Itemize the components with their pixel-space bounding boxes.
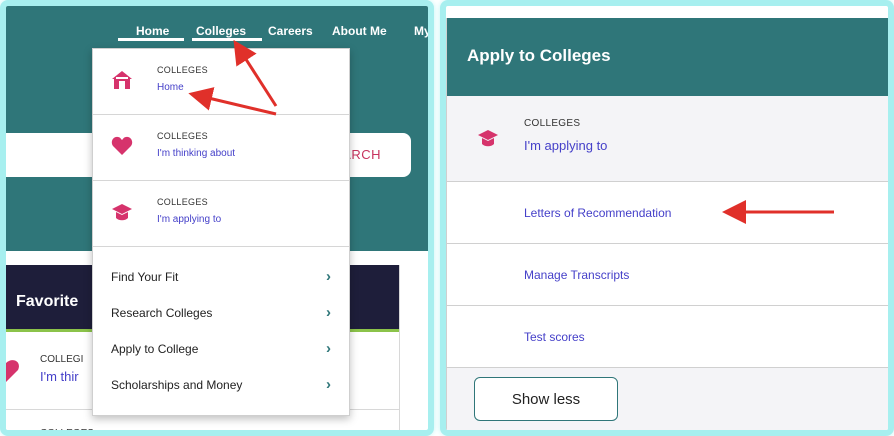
- left-screenshot-panel: Home Colleges Careers About Me My ARCH F…: [0, 0, 434, 436]
- nav-colleges-underline: [192, 38, 262, 41]
- dropdown-item-colleges-home[interactable]: COLLEGES Home: [93, 49, 349, 115]
- heart-icon: [111, 136, 133, 155]
- dropdown-item-link[interactable]: I'm applying to: [157, 214, 221, 225]
- applying-link[interactable]: I'm applying to: [524, 138, 607, 153]
- applying-to-row[interactable]: COLLEGES I'm applying to: [447, 96, 888, 182]
- nav-home-underline: [118, 38, 184, 41]
- show-less-button[interactable]: Show less: [474, 377, 618, 421]
- dropdown-row-apply-to-college[interactable]: Apply to College ›: [93, 331, 349, 367]
- favorites-item-category: COLLEGI: [40, 354, 84, 365]
- nav-colleges[interactable]: Colleges: [196, 24, 246, 38]
- dropdown-item-category: COLLEGES: [157, 65, 208, 75]
- chevron-right-icon: ›: [326, 304, 331, 321]
- dropdown-item-link[interactable]: Home: [157, 82, 184, 93]
- dropdown-item-link[interactable]: I'm thinking about: [157, 148, 235, 159]
- test-scores-row: Test scores: [447, 306, 888, 368]
- nav-more[interactable]: My: [414, 24, 428, 38]
- dropdown-row-scholarships[interactable]: Scholarships and Money ›: [93, 367, 349, 403]
- chevron-right-icon: ›: [326, 268, 331, 285]
- dropdown-item-colleges-thinking[interactable]: COLLEGES I'm thinking about: [93, 115, 349, 181]
- nav-careers[interactable]: Careers: [268, 24, 313, 38]
- apply-header: Apply to Colleges: [446, 18, 888, 96]
- apply-title: Apply to Colleges: [467, 46, 611, 65]
- right-screenshot-panel: Apply to Colleges COLLEGES I'm applying …: [440, 0, 894, 436]
- nav-home[interactable]: Home: [136, 24, 169, 38]
- favorites-item-link[interactable]: I'm thir: [40, 369, 79, 384]
- dropdown-item-colleges-applying[interactable]: COLLEGES I'm applying to: [93, 181, 349, 247]
- dropdown-row-find-your-fit[interactable]: Find Your Fit ›: [93, 259, 349, 295]
- manage-transcripts-link[interactable]: Manage Transcripts: [524, 268, 629, 282]
- test-scores-link[interactable]: Test scores: [524, 330, 585, 344]
- dropdown-row-label: Research Colleges: [111, 306, 213, 320]
- dropdown-row-label: Apply to College: [111, 342, 199, 356]
- apply-body: COLLEGES I'm applying to Letters of Reco…: [446, 96, 888, 430]
- house-icon: [112, 71, 132, 89]
- favorites-item2-category: COLLEGES: [40, 428, 94, 436]
- dropdown-row-label: Scholarships and Money: [111, 378, 243, 392]
- letters-row: Letters of Recommendation: [447, 182, 888, 244]
- dropdown-row-research-colleges[interactable]: Research Colleges ›: [93, 295, 349, 331]
- favorites-title: Favorite: [16, 293, 79, 310]
- applying-category: COLLEGES: [524, 118, 581, 129]
- letters-of-recommendation-link[interactable]: Letters of Recommendation: [524, 206, 671, 220]
- heart-icon: [6, 360, 19, 382]
- dropdown-row-label: Find Your Fit: [111, 270, 179, 284]
- chevron-right-icon: ›: [326, 340, 331, 357]
- nav-about-me[interactable]: About Me: [332, 24, 387, 38]
- chevron-right-icon: ›: [326, 376, 331, 393]
- graduation-cap-icon: [478, 130, 498, 147]
- dropdown-item-category: COLLEGES: [157, 197, 208, 207]
- graduation-cap-icon: [112, 204, 132, 221]
- transcripts-row: Manage Transcripts: [447, 244, 888, 306]
- top-navigation: Home Colleges Careers About Me My: [6, 24, 428, 46]
- dropdown-item-category: COLLEGES: [157, 131, 208, 141]
- colleges-dropdown-menu: COLLEGES Home COLLEGES I'm thinking abou…: [92, 48, 350, 416]
